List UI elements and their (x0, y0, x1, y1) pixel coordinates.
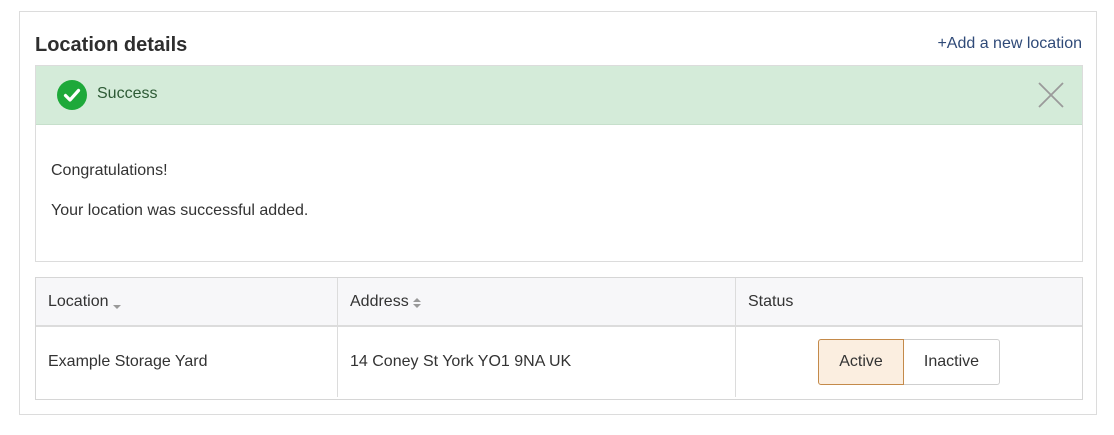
locations-table: Location Address Status Example Storage … (35, 277, 1083, 400)
status-cell: Active Inactive (736, 327, 1082, 397)
header-status: Status (736, 278, 1082, 325)
address-cell: 14 Coney St York YO1 9NA UK (338, 327, 736, 397)
location-details-panel: Location details +Add a new location Suc… (19, 11, 1097, 415)
header-address-label: Address (350, 292, 409, 310)
status-active-button[interactable]: Active (818, 339, 904, 385)
panel-title: Location details (35, 34, 188, 56)
status-inactive-button[interactable]: Inactive (904, 339, 1000, 385)
table-row: Example Storage Yard 14 Coney St York YO… (36, 327, 1082, 397)
alert-body: Congratulations! Your location was succe… (36, 125, 1082, 220)
alert-title: Success (97, 85, 158, 102)
success-alert: Success Congratulations! Your location w… (35, 65, 1083, 262)
table-header: Location Address Status (36, 278, 1082, 327)
header-status-label: Status (748, 292, 794, 310)
status-toggle: Active Inactive (818, 339, 1000, 385)
header-location[interactable]: Location (36, 278, 338, 325)
sort-desc-icon[interactable] (112, 298, 121, 309)
alert-header: Success (36, 66, 1082, 125)
sort-icon[interactable] (412, 296, 421, 308)
location-cell: Example Storage Yard (36, 327, 338, 397)
header-location-label: Location (48, 292, 109, 310)
alert-message: Your location was successful added. (51, 202, 309, 219)
check-circle-icon (57, 80, 87, 110)
add-location-link[interactable]: +Add a new location (937, 35, 1082, 53)
close-icon[interactable] (1037, 81, 1065, 109)
header-address[interactable]: Address (338, 278, 736, 325)
alert-message: Congratulations! (51, 162, 168, 179)
